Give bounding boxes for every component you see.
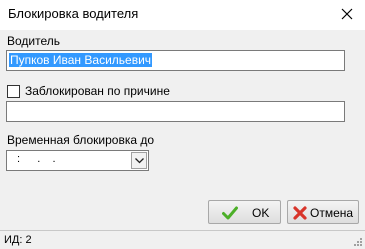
cancel-button[interactable]: Отмена [287,200,359,224]
cross-icon [293,206,307,220]
driver-value: Пупков Иван Васильевич [9,53,153,67]
chevron-down-icon [135,158,144,164]
close-button[interactable] [329,0,365,30]
block-reason-field[interactable] [6,101,345,122]
title-bar: Блокировка водителя [0,0,365,30]
temp-block-label: Временная блокировка до [7,133,155,147]
window-title: Блокировка водителя [8,6,139,21]
blocked-label: Заблокирован по причине [25,84,170,98]
record-id: ИД: 2 [4,234,32,246]
temp-block-datetime-picker[interactable]: : . . [6,150,149,171]
close-icon [341,8,353,20]
driver-field[interactable]: Пупков Иван Васильевич [6,50,345,71]
resize-grip-icon[interactable] [352,236,363,247]
blocked-checkbox[interactable] [7,85,20,98]
status-bar: ИД: 2 [0,230,365,249]
cancel-label: Отмена [310,206,354,220]
driver-label: Водитель [7,34,61,48]
temp-block-dropdown-button[interactable] [131,152,147,169]
temp-block-value: : . . [12,153,58,165]
ok-label: OK [252,206,270,220]
checkmark-icon [222,206,238,220]
ok-button[interactable]: OK [208,200,281,224]
dialog-body: Водитель Пупков Иван Васильевич Заблокир… [0,30,365,230]
